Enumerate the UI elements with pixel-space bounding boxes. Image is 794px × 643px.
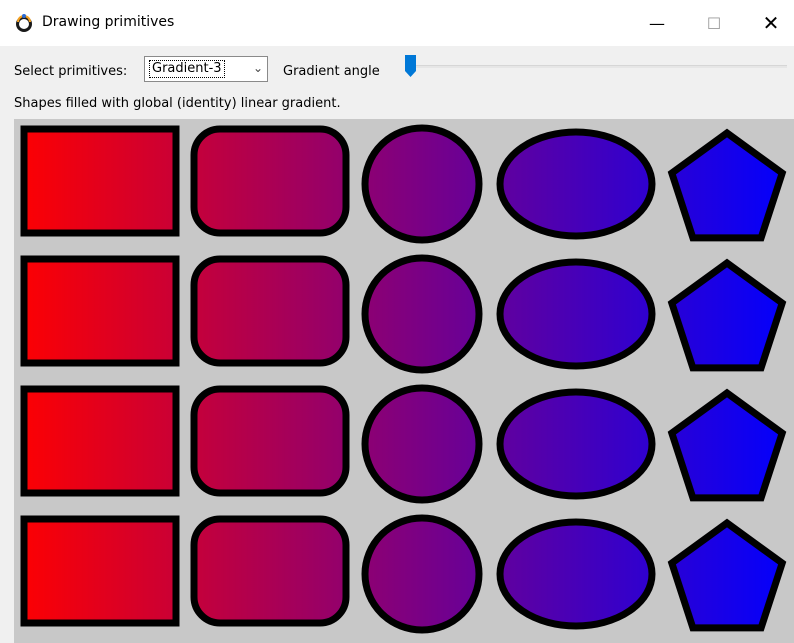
gradient-angle-slider-track[interactable] (409, 65, 787, 68)
rounded-rectangle-shape-row-4 (190, 515, 350, 627)
rounded-rectangle-shape-row-3 (190, 385, 350, 497)
pentagon-shape-row-4 (667, 518, 787, 632)
ellipse-shape-row-3 (496, 388, 656, 500)
ellipse-shape-row-4 (496, 518, 656, 630)
circle-shape-row-4 (361, 514, 483, 634)
rectangle-shape-row-3 (20, 385, 180, 497)
ellipse-shape-row-2 (496, 258, 656, 370)
shape-layer (20, 124, 787, 634)
title-bar: Drawing primitives — ☐ ✕ (0, 0, 794, 46)
rectangle-shape-row-1 (20, 125, 180, 237)
toolbar: Select primitives: Gradient-3 ⌄ Gradient… (0, 46, 794, 94)
ellipse-shape-row-1 (496, 128, 656, 240)
primitives-dropdown[interactable]: Gradient-3 ⌄ (144, 56, 268, 82)
drawing-canvas (14, 119, 794, 643)
circle-shape-row-3 (361, 384, 483, 504)
rounded-rectangle-shape-row-2 (190, 255, 350, 367)
pentagon-shape-row-2 (667, 258, 787, 372)
circle-shape-row-1 (361, 124, 483, 244)
minimize-button[interactable]: — (634, 0, 680, 46)
gradient-angle-slider-thumb[interactable] (405, 55, 416, 77)
rectangle-shape-row-2 (20, 255, 180, 367)
rectangle-shape-row-4 (20, 515, 180, 627)
close-button[interactable]: ✕ (748, 0, 794, 46)
shapes-drawing (20, 124, 787, 634)
pentagon-shape-row-1 (667, 128, 787, 242)
description-text: Shapes filled with global (identity) lin… (14, 96, 341, 111)
chevron-down-icon: ⌄ (252, 61, 263, 75)
gradient-angle-label: Gradient angle (283, 64, 380, 79)
select-primitives-label: Select primitives: (14, 64, 128, 79)
app-window: Drawing primitives — ☐ ✕ Select primitiv… (0, 0, 794, 643)
rounded-rectangle-shape-row-1 (190, 125, 350, 237)
pentagon-shape-row-3 (667, 388, 787, 502)
maximize-button[interactable]: ☐ (691, 0, 737, 46)
window-title: Drawing primitives (42, 14, 175, 30)
circle-shape-row-2 (361, 254, 483, 374)
primitives-dropdown-value: Gradient-3 (149, 60, 225, 78)
app-icon (16, 14, 32, 32)
